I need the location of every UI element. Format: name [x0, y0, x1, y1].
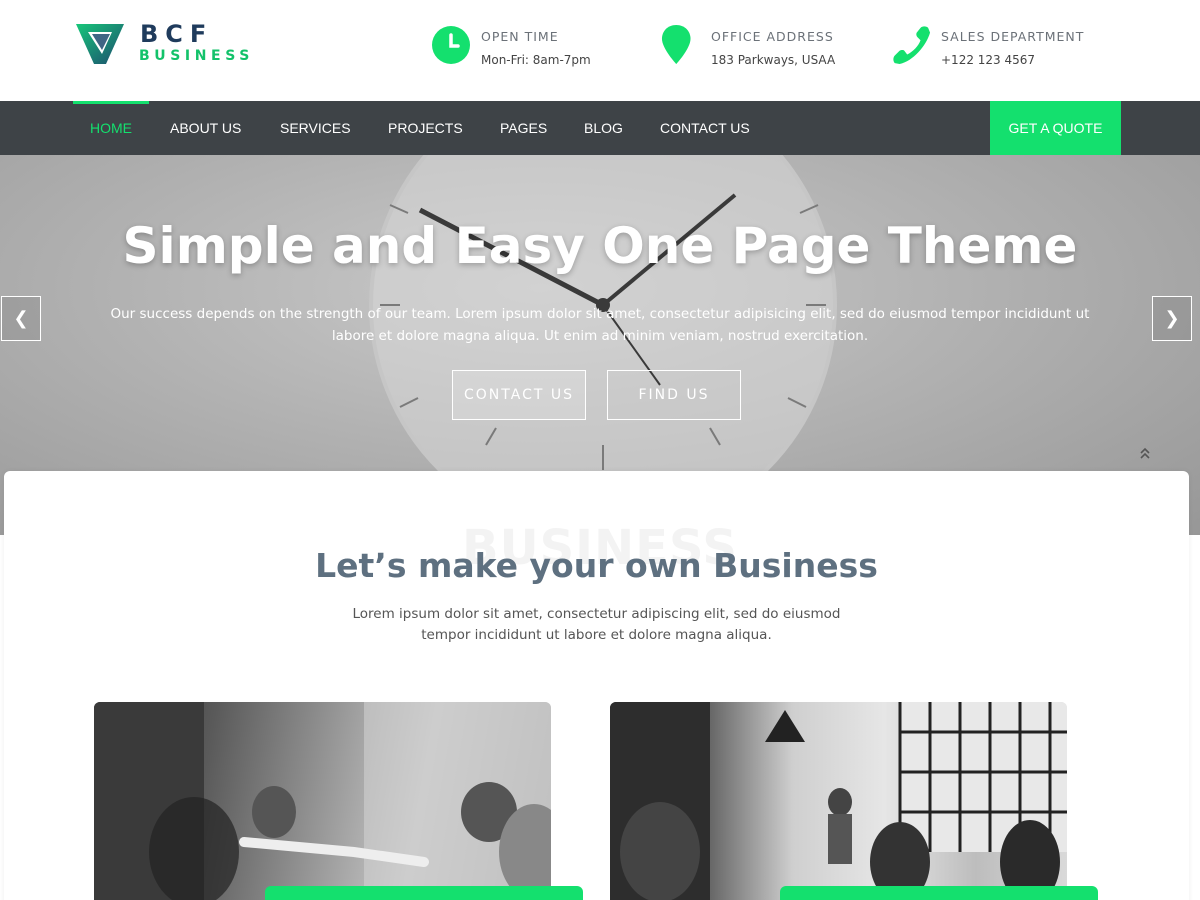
brand-tagline: BUSINESS	[139, 48, 254, 64]
nav-item-pages[interactable]: PAGES	[500, 101, 547, 155]
brand-name: BCF	[140, 20, 214, 48]
find-us-button[interactable]: FIND US	[607, 370, 741, 420]
nav-item-home[interactable]: HOME	[73, 101, 149, 155]
section-title: Let’s make your own Business	[315, 546, 878, 585]
nav-item-services[interactable]: SERVICES	[280, 101, 351, 155]
top-header: BCF BUSINESS OPEN TIME Mon-Fri: 8am-7pm …	[0, 0, 1200, 101]
map-pin-icon	[661, 25, 691, 65]
main-nav: HOME ABOUT US SERVICES PROJECTS PAGES BL…	[0, 101, 1200, 155]
open-time-value: Mon-Fri: 8am-7pm	[481, 53, 591, 67]
clock-icon	[432, 26, 470, 64]
contact-us-button[interactable]: CONTACT US	[452, 370, 586, 420]
logo-mark-icon	[76, 24, 124, 64]
phone-icon	[893, 26, 931, 65]
photo-caption-tab	[265, 886, 583, 900]
office-address-title: OFFICE ADDRESS	[711, 29, 834, 44]
nav-item-contact-us[interactable]: CONTACT US	[660, 101, 750, 155]
nav-item-projects[interactable]: PROJECTS	[388, 101, 463, 155]
section-description: Lorem ipsum dolor sit amet, consectetur …	[352, 606, 841, 643]
slider-next-arrow-icon[interactable]: ❯	[1152, 296, 1192, 341]
sales-department-title: SALES DEPARTMENT	[941, 29, 1085, 44]
office-presentation-photo	[610, 702, 1067, 900]
get-a-quote-button[interactable]: GET A QUOTE	[990, 101, 1121, 155]
sales-department-value: +122 123 4567	[941, 53, 1036, 67]
open-time-title: OPEN TIME	[481, 29, 559, 44]
handshake-meeting-photo	[94, 702, 551, 900]
office-address-value: 183 Parkways, USAA	[711, 53, 836, 67]
nav-item-blog[interactable]: BLOG	[584, 101, 623, 155]
hero-title: Simple and Easy One Page Theme	[122, 217, 1078, 275]
hero-description: Our success depends on the strength of o…	[110, 306, 1090, 344]
scroll-to-top-icon[interactable]	[1138, 445, 1152, 468]
slider-prev-arrow-icon[interactable]: ❮	[1, 296, 41, 341]
photo-caption-tab	[780, 886, 1098, 900]
nav-item-about-us[interactable]: ABOUT US	[170, 101, 241, 155]
